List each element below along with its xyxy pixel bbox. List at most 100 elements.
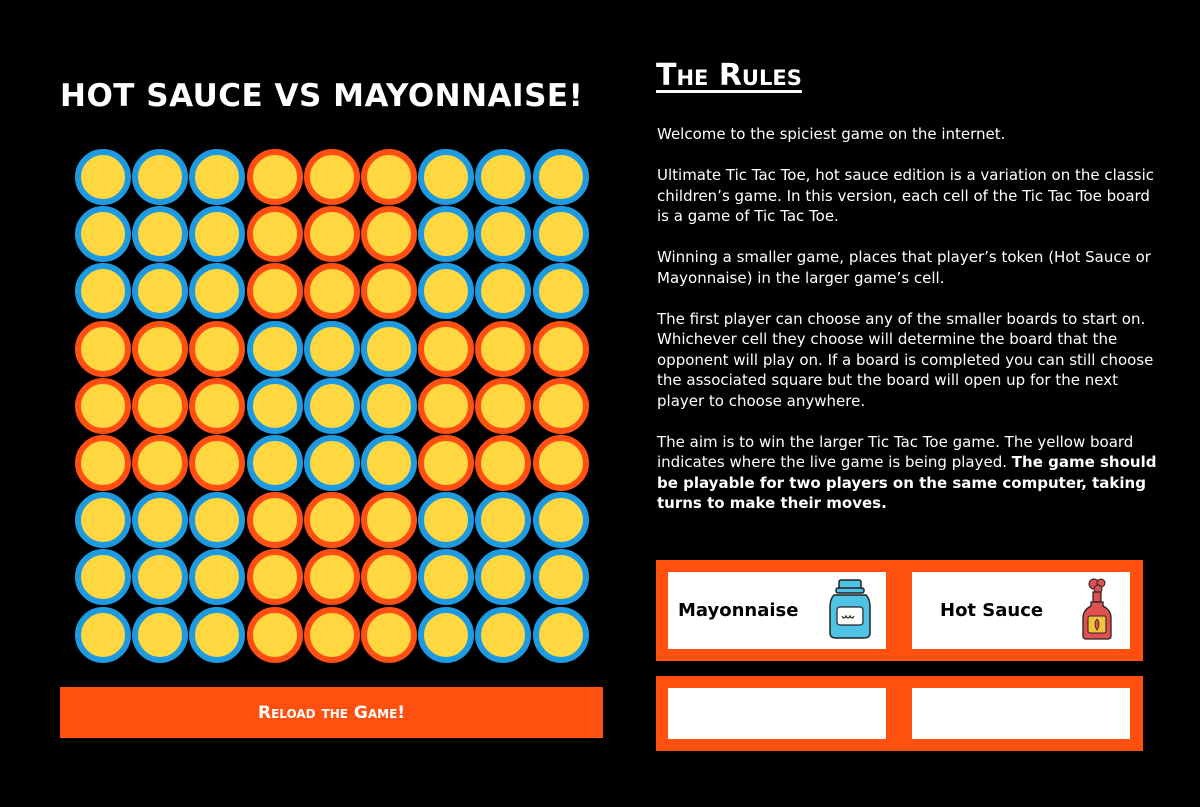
board-cell[interactable] (532, 606, 589, 663)
board-cell[interactable] (360, 206, 417, 263)
board-cell[interactable] (75, 606, 131, 663)
board-cell[interactable] (360, 149, 417, 205)
hot-sauce-bottle-icon (1078, 576, 1116, 646)
board-cell[interactable] (189, 377, 246, 434)
board-cell[interactable] (75, 149, 131, 205)
board-cell[interactable] (246, 263, 303, 320)
board-cell[interactable] (532, 263, 589, 320)
board-cell[interactable] (75, 434, 131, 491)
rules-paragraph: The aim is to win the larger Tic Tac Toe… (657, 432, 1157, 514)
board-cell[interactable] (189, 606, 246, 663)
board-cell[interactable] (132, 320, 189, 377)
rules-text: Welcome to the spiciest game on the inte… (657, 124, 1157, 534)
game-title: Hot Sauce VS Mayonnaise! (60, 78, 584, 114)
board-cell[interactable] (360, 492, 417, 549)
hot-sauce-player-card[interactable]: Hot Sauce (912, 572, 1130, 649)
player-select-panel: Mayonnaise Hot Sauce (656, 560, 1143, 661)
board-cell[interactable] (418, 263, 475, 320)
reload-game-button[interactable]: Reload the Game! (60, 687, 603, 738)
board-cell[interactable] (303, 206, 360, 263)
score-panel (656, 676, 1143, 751)
board-cell[interactable] (418, 606, 475, 663)
board-cell[interactable] (132, 606, 189, 663)
board-cell[interactable] (303, 434, 360, 491)
board-cell[interactable] (303, 549, 360, 606)
board-cell[interactable] (418, 377, 475, 434)
board-cell[interactable] (532, 492, 589, 549)
board-cell[interactable] (532, 320, 589, 377)
board-cell[interactable] (246, 492, 303, 549)
board-cell[interactable] (189, 492, 246, 549)
board-cell[interactable] (246, 549, 303, 606)
hot-sauce-label: Hot Sauce (940, 600, 1044, 621)
board-cell[interactable] (246, 377, 303, 434)
board-cell[interactable] (75, 377, 131, 434)
board-cell[interactable] (246, 206, 303, 263)
mayonnaise-label: Mayonnaise (678, 600, 799, 621)
game-board (75, 149, 589, 663)
mayonnaise-score-box (668, 688, 886, 739)
board-cell[interactable] (475, 606, 532, 663)
board-cell[interactable] (360, 606, 417, 663)
board-cell[interactable] (418, 434, 475, 491)
board-cell[interactable] (303, 606, 360, 663)
mayonnaise-player-card[interactable]: Mayonnaise (668, 572, 886, 649)
board-cell[interactable] (418, 320, 475, 377)
board-cell[interactable] (532, 149, 589, 205)
board-cell[interactable] (475, 549, 532, 606)
rules-paragraph: Winning a smaller game, places that play… (657, 248, 1151, 287)
board-cell[interactable] (132, 149, 189, 205)
board-cell[interactable] (418, 549, 475, 606)
board-cell[interactable] (246, 434, 303, 491)
board-cell[interactable] (75, 492, 131, 549)
board-cell[interactable] (189, 320, 246, 377)
board-cell[interactable] (75, 263, 131, 320)
hot-sauce-score-box (912, 688, 1130, 739)
board-cell[interactable] (246, 606, 303, 663)
board-cell[interactable] (475, 492, 532, 549)
board-cell[interactable] (75, 549, 131, 606)
board-cell[interactable] (303, 492, 360, 549)
board-cell[interactable] (475, 263, 532, 320)
board-cell[interactable] (132, 377, 189, 434)
board-cell[interactable] (189, 434, 246, 491)
board-cell[interactable] (532, 206, 589, 263)
board-cell[interactable] (360, 549, 417, 606)
board-cell[interactable] (418, 149, 475, 205)
board-cell[interactable] (303, 320, 360, 377)
board-cell[interactable] (189, 263, 246, 320)
board-cell[interactable] (303, 263, 360, 320)
board-cell[interactable] (475, 149, 532, 205)
board-cell[interactable] (303, 149, 360, 205)
board-cell[interactable] (132, 434, 189, 491)
board-cell[interactable] (132, 206, 189, 263)
board-cell[interactable] (475, 206, 532, 263)
board-cell[interactable] (475, 377, 532, 434)
board-cell[interactable] (360, 434, 417, 491)
board-cell[interactable] (418, 206, 475, 263)
board-cell[interactable] (418, 492, 475, 549)
board-cell[interactable] (532, 377, 589, 434)
board-cell[interactable] (475, 320, 532, 377)
rules-title: The Rules (656, 58, 802, 93)
board-cell[interactable] (246, 149, 303, 205)
board-cell[interactable] (132, 263, 189, 320)
board-cell[interactable] (75, 320, 131, 377)
board-cell[interactable] (189, 549, 246, 606)
mayonnaise-jar-icon (824, 577, 876, 645)
board-cell[interactable] (475, 434, 532, 491)
board-cell[interactable] (246, 320, 303, 377)
board-cell[interactable] (132, 492, 189, 549)
rules-paragraph: The first player can choose any of the s… (657, 309, 1154, 410)
board-cell[interactable] (360, 377, 417, 434)
rules-paragraph: Welcome to the spiciest game on the inte… (657, 125, 1006, 143)
board-cell[interactable] (189, 206, 246, 263)
board-cell[interactable] (532, 434, 589, 491)
board-cell[interactable] (303, 377, 360, 434)
board-cell[interactable] (360, 263, 417, 320)
board-cell[interactable] (189, 149, 246, 205)
board-cell[interactable] (75, 206, 131, 263)
board-cell[interactable] (360, 320, 417, 377)
board-cell[interactable] (132, 549, 189, 606)
board-cell[interactable] (532, 549, 589, 606)
